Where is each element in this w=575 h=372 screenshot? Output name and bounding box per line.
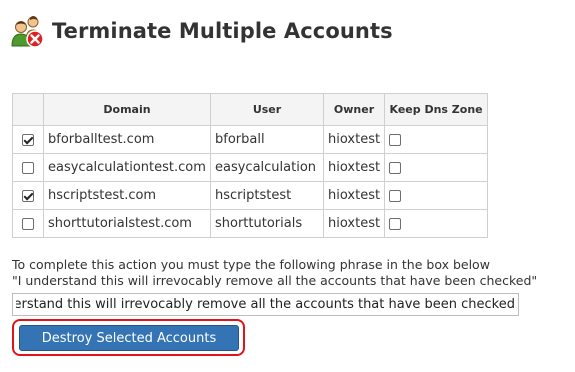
user-column-header: User [210,93,324,126]
confirmation-instruction: To complete this action you must type th… [12,257,537,289]
keep-dns-checkbox[interactable] [389,161,402,174]
table-row: hscriptstest.com hscriptstest hioxtest [12,181,489,210]
keep-dns-cell [384,209,489,238]
keep-dns-cell [384,153,489,182]
button-highlight-outline: Destroy Selected Accounts [12,319,245,356]
page-header: Terminate Multiple Accounts [10,14,393,48]
owner-column-header: Owner [322,93,386,126]
table-row: bforballtest.com bforball hioxtest [12,125,489,154]
select-cell [12,153,44,182]
owner-cell: hioxtest [322,125,386,154]
domain-cell: easycalculationtest.com [43,153,211,182]
destroy-selected-accounts-button[interactable]: Destroy Selected Accounts [19,325,239,351]
select-cell [12,125,44,154]
keep-dns-checkbox[interactable] [389,217,402,230]
keep-dns-checkbox[interactable] [389,133,402,146]
user-cell: hscriptstest [210,181,324,210]
select-cell [12,209,44,238]
keep-dns-cell [384,181,489,210]
table-row: shorttutorialstest.com shorttutorials hiox… [12,209,489,238]
select-cell [12,181,44,210]
keep-dns-checkbox[interactable] [389,189,402,202]
page-title: Terminate Multiple Accounts [52,19,393,43]
domain-cell: bforballtest.com [43,125,211,154]
select-column-header [12,93,44,126]
owner-cell: hioxtest [322,181,386,210]
user-cell: shorttutorials [210,209,324,238]
confirmation-input[interactable] [12,293,519,316]
domain-cell: shorttutorialstest.com [43,209,211,238]
select-checkbox[interactable] [22,133,34,146]
accounts-table: Domain User Owner Keep Dns Zone bforball… [12,93,489,238]
owner-cell: hioxtest [322,209,386,238]
table-row: easycalculationtest.com easycalculation hi… [12,153,489,182]
owner-cell: hioxtest [322,153,386,182]
table-header-row: Domain User Owner Keep Dns Zone [12,93,489,126]
confirmation-phrase: "I understand this will irrevocably remo… [12,273,538,288]
domain-cell: hscriptstest.com [43,181,211,210]
instruction-text: To complete this action you must type th… [12,257,490,272]
user-cell: bforball [210,125,324,154]
user-cell: easycalculation [210,153,324,182]
select-checkbox[interactable] [22,189,34,202]
select-checkbox[interactable] [22,161,34,174]
keep-dns-cell [384,125,489,154]
select-checkbox[interactable] [22,217,34,230]
keep-dns-column-header: Keep Dns Zone [384,93,489,126]
domain-column-header: Domain [43,93,211,126]
users-remove-icon [10,14,44,48]
